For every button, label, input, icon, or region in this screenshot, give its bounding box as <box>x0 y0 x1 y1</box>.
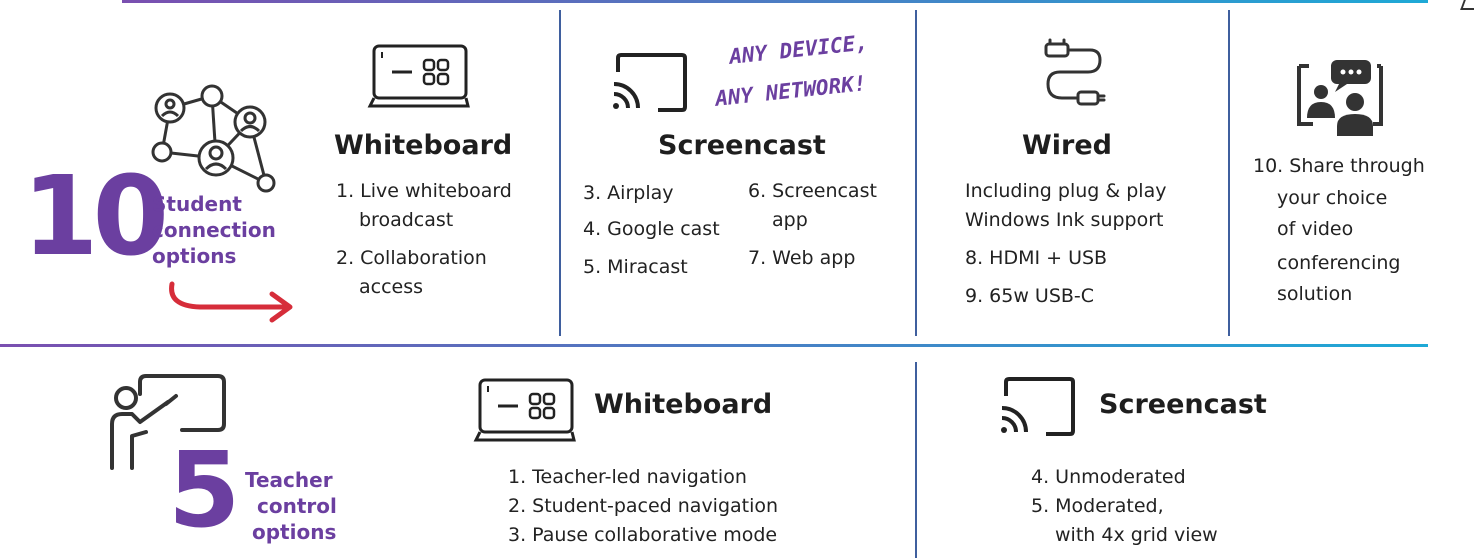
teacher-label-3: options <box>252 520 337 544</box>
tagline-1: ANY DEVICE, <box>728 30 869 69</box>
whiteboard-icon-bottom <box>473 378 576 442</box>
divider-2 <box>915 10 917 336</box>
arrow-icon <box>169 281 293 323</box>
teacher-count: 5 <box>168 429 240 551</box>
screencast-title: Screencast <box>658 130 826 161</box>
video-item-5: solution <box>1277 283 1353 305</box>
sc-item-5: 5. Miracast <box>583 256 688 278</box>
middle-rule <box>0 344 1428 347</box>
teacher-label-2: control <box>257 494 337 518</box>
bsc-item-4: 4. Unmoderated <box>1031 466 1186 488</box>
bwb-item-1: 1. Teacher-led navigation <box>508 466 747 488</box>
divider-4 <box>915 362 917 558</box>
top-rule <box>122 0 1428 3</box>
tagline-2: ANY NETWORK! <box>714 71 868 111</box>
sc-item-7: 7. Web app <box>748 247 856 269</box>
bottom-screencast-title: Screencast <box>1099 389 1267 420</box>
whiteboard-title: Whiteboard <box>334 130 513 161</box>
student-label-1: Student <box>152 192 242 216</box>
video-conference-icon <box>1297 60 1383 136</box>
video-item-3: of video <box>1277 218 1354 240</box>
cable-icon <box>1044 38 1106 106</box>
sc-item-3: 3. Airplay <box>583 182 674 204</box>
bottom-whiteboard-title: Whiteboard <box>594 389 773 420</box>
sc-item-6: 6. Screencast <box>748 180 877 202</box>
wired-item-9: 9. 65w USB-C <box>965 285 1095 307</box>
teacher-label-1: Teacher <box>245 468 333 492</box>
wired-item-1: Including plug & play <box>965 180 1167 202</box>
wired-item-1b: Windows Ink support <box>965 209 1164 231</box>
cast-icon <box>613 53 687 112</box>
bsc-item-5b: with 4x grid view <box>1055 524 1218 546</box>
student-count: 10 <box>22 152 169 280</box>
video-item-1: 10. Share through <box>1253 155 1425 177</box>
bsc-item-5: 5. Moderated, <box>1031 495 1164 517</box>
wired-title: Wired <box>1022 130 1112 161</box>
corner-mark <box>1460 0 1474 10</box>
video-item-4: conferencing <box>1277 252 1401 274</box>
divider-1 <box>559 10 561 336</box>
wb-item-1b: broadcast <box>359 209 454 231</box>
bwb-item-2: 2. Student-paced navigation <box>508 495 779 517</box>
wired-item-8: 8. HDMI + USB <box>965 247 1108 269</box>
wb-item-1: 1. Live whiteboard <box>336 180 512 202</box>
cast-icon-bottom <box>1001 377 1075 436</box>
sc-item-6b: app <box>772 209 808 231</box>
divider-3 <box>1228 10 1230 336</box>
bwb-item-3: 3. Pause collaborative mode <box>508 524 778 546</box>
student-label-2: connection <box>152 218 276 242</box>
sc-item-4: 4. Google cast <box>583 218 720 240</box>
wb-item-2: 2. Collaboration <box>336 247 487 269</box>
video-item-2: your choice <box>1277 187 1388 209</box>
student-label-3: options <box>152 244 237 268</box>
whiteboard-icon <box>367 44 470 108</box>
wb-item-2b: access <box>359 276 424 298</box>
